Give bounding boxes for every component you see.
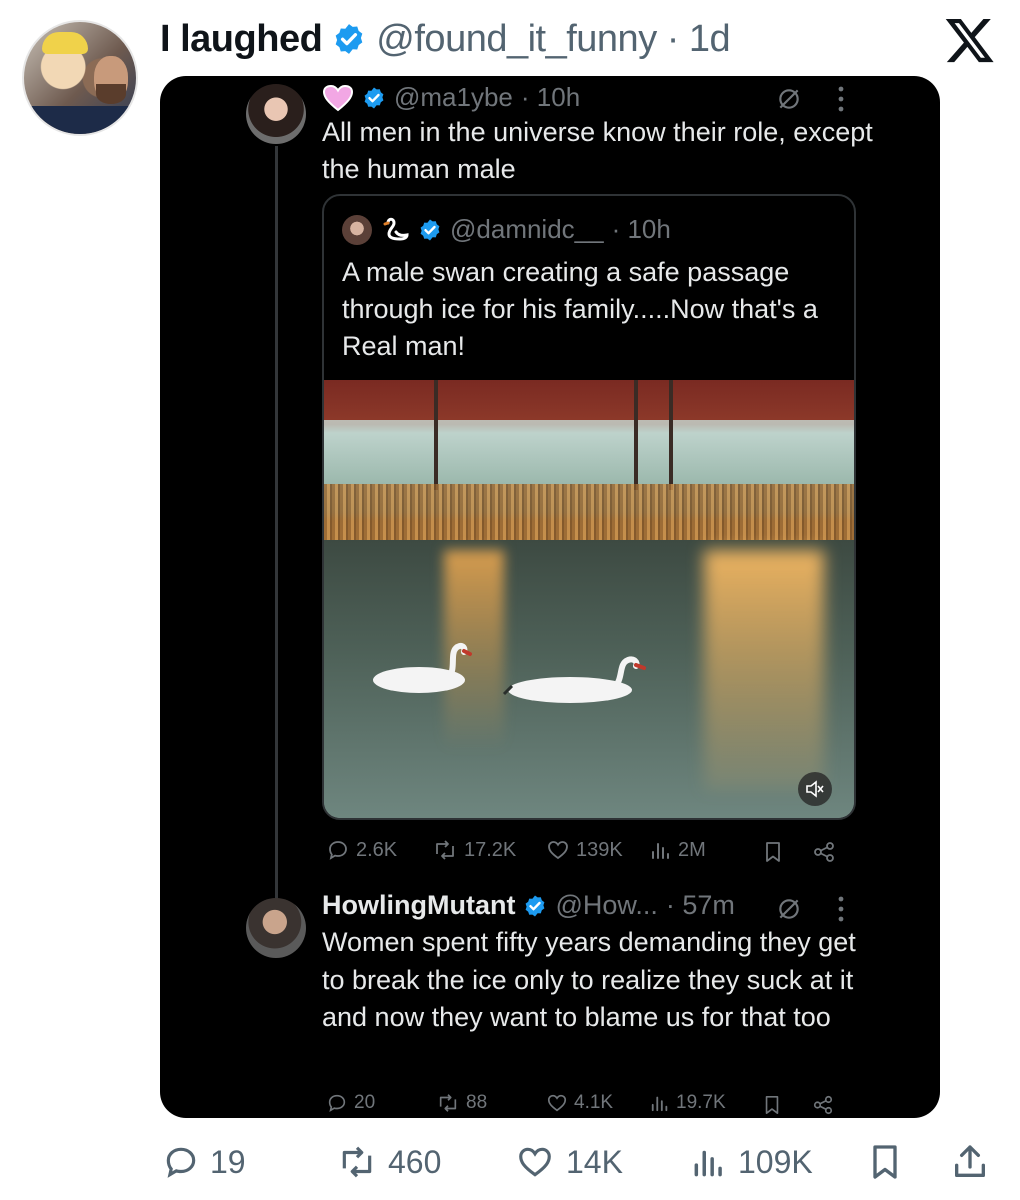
views-icon — [652, 843, 669, 859]
views-button[interactable]: 19.7K — [650, 1092, 726, 1114]
more-options-icon[interactable] — [836, 894, 846, 924]
tweet2-name[interactable]: HowlingMutant — [322, 890, 515, 921]
bookmark-icon[interactable] — [762, 840, 784, 864]
like-count: 139K — [576, 838, 623, 861]
tweet-time: · 1d — [666, 17, 731, 60]
verified-badge-icon — [364, 87, 384, 108]
retweet-icon — [436, 840, 454, 860]
reply-count: 20 — [354, 1092, 376, 1113]
mute-button[interactable] — [798, 772, 832, 806]
reply-icon — [166, 1147, 196, 1178]
verified-badge-icon — [526, 895, 545, 916]
embedded-screenshot: @ma1ybe · 10h All men in the universe kn… — [160, 76, 940, 1118]
share-button[interactable] — [950, 1140, 990, 1184]
pink-heart-icon — [322, 84, 354, 111]
reeds — [324, 484, 854, 544]
views-icon — [694, 1150, 722, 1177]
tweet2-text: Women spent fifty years demanding they g… — [322, 927, 856, 1032]
bookmark-icon — [873, 1145, 897, 1179]
reply-count: 2.6K — [356, 838, 398, 861]
swan-left — [373, 642, 472, 693]
grok-icon[interactable] — [776, 896, 802, 922]
avatar-suit — [24, 106, 136, 134]
verified-badge-icon — [420, 219, 440, 240]
reply-button[interactable]: 20 — [326, 1092, 375, 1114]
retweet-icon — [439, 1094, 457, 1112]
like-button[interactable]: 14K — [514, 1140, 623, 1184]
reply-icon — [328, 1094, 346, 1113]
avatar-beard — [96, 84, 126, 104]
heart-icon — [548, 841, 568, 860]
tweet2-header: HowlingMutant @How... · 57m — [322, 890, 735, 921]
retweet-button[interactable]: 460 — [336, 1140, 441, 1184]
tweet2-time: · 57m — [665, 890, 735, 920]
tree-trunk — [669, 380, 673, 490]
heart-icon — [519, 1147, 551, 1177]
views-count: 2M — [678, 838, 706, 861]
upload-share-icon — [955, 1145, 985, 1177]
swan-emoji-icon — [383, 217, 409, 241]
bookmark-button[interactable] — [866, 1140, 904, 1184]
reply-button[interactable]: 2.6K — [326, 838, 397, 862]
retweet-count: 88 — [466, 1092, 488, 1113]
like-button[interactable]: 139K — [546, 838, 623, 862]
reply-icon — [329, 841, 347, 860]
views-count: 19.7K — [676, 1092, 726, 1113]
swan-right — [502, 656, 646, 703]
retweet-count: 460 — [388, 1143, 442, 1180]
swan-video[interactable] — [324, 380, 854, 818]
avatar-hair — [42, 32, 88, 54]
quoted-handle[interactable]: @damnidc__ — [450, 214, 604, 245]
retweet-button[interactable]: 88 — [436, 1092, 487, 1114]
views-button[interactable]: 109K — [690, 1140, 813, 1184]
quoted-text: A male swan creating a safe passage thro… — [342, 257, 818, 361]
tweet1-handle[interactable]: @ma1ybe — [394, 82, 513, 113]
grok-icon[interactable] — [776, 86, 802, 112]
tweet1-header: @ma1ybe · 10h — [322, 82, 580, 113]
quoted-time: · 10h — [611, 214, 671, 244]
thread-line — [275, 146, 278, 906]
reply-count: 19 — [210, 1143, 246, 1180]
quoted-header: @damnidc__ · 10h — [342, 214, 671, 245]
tweet-header: I laughed @found_it_funny · 1d — [160, 14, 731, 64]
share-icon[interactable] — [812, 840, 836, 864]
retweet-icon — [342, 1146, 372, 1178]
views-icon — [651, 1096, 668, 1112]
tweet1-time: · 10h — [520, 82, 581, 112]
more-options-icon[interactable] — [836, 84, 846, 114]
views-button[interactable]: 2M — [650, 838, 706, 862]
tweet1-avatar[interactable] — [246, 84, 306, 144]
like-count: 4.1K — [574, 1092, 614, 1113]
verified-badge-icon — [335, 24, 363, 54]
author-handle[interactable]: @found_it_funny — [376, 18, 657, 61]
quoted-tweet[interactable]: @damnidc__ · 10h A male swan creating a … — [322, 194, 856, 820]
tweet2-handle[interactable]: @How... — [555, 890, 657, 921]
heart-icon — [547, 1094, 567, 1112]
light-reflection — [704, 550, 824, 790]
x-logo-icon[interactable] — [944, 14, 996, 66]
tweet2-avatar[interactable] — [246, 898, 306, 958]
tree-trunk — [434, 380, 438, 490]
quoted-avatar[interactable] — [342, 214, 372, 245]
reply-button[interactable]: 19 — [162, 1140, 246, 1184]
like-button[interactable]: 4.1K — [546, 1092, 613, 1114]
author-name[interactable]: I laughed — [160, 18, 323, 61]
views-count: 109K — [738, 1143, 813, 1180]
retweet-button[interactable]: 17.2K — [432, 838, 516, 862]
speaker-muted-icon — [806, 780, 824, 798]
tweet1-text: All men in the universe know their role,… — [322, 117, 873, 184]
retweet-count: 17.2K — [464, 838, 517, 861]
bookmark-icon[interactable] — [762, 1094, 782, 1116]
like-count: 14K — [566, 1143, 623, 1180]
tree-trunk — [634, 380, 638, 490]
author-avatar[interactable] — [22, 20, 138, 136]
share-icon[interactable] — [812, 1094, 834, 1116]
